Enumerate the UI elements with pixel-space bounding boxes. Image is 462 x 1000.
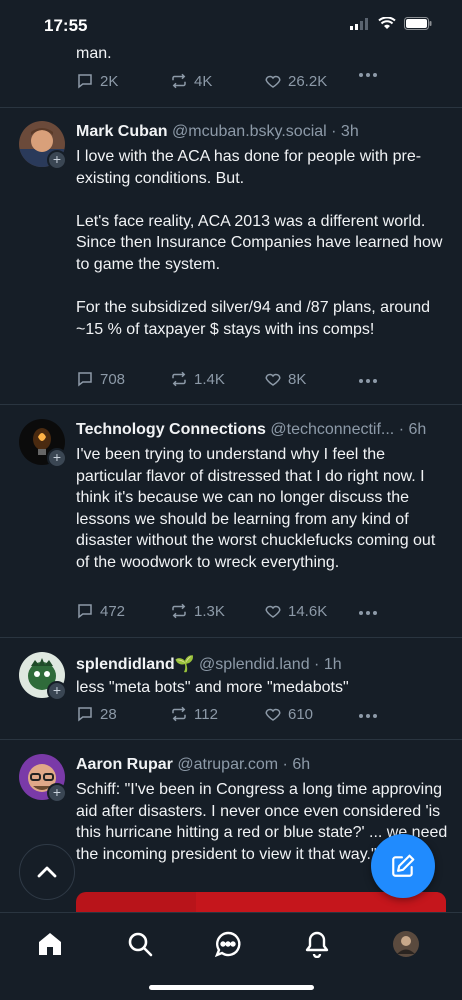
repost-button[interactable]: 112 [170,705,218,723]
like-button[interactable]: 8K [264,370,306,388]
tab-home[interactable] [35,929,65,959]
heart-icon [265,605,281,618]
post-header: Technology Connections @techconnectif...… [76,421,446,439]
battery-icon [404,17,432,30]
like-button[interactable]: 610 [264,705,313,723]
repost-button[interactable]: 1.3K [170,602,225,620]
follow-plus-icon[interactable]: + [47,681,67,701]
heart-icon [265,373,281,386]
post-time: · 6h [398,421,427,438]
post-header: Aaron Rupar @atrupar.com · 6h [76,756,446,774]
like-button[interactable]: 14.6K [264,602,327,620]
reply-button[interactable]: 28 [76,705,117,723]
scroll-to-top-button[interactable] [19,844,75,900]
follow-plus-icon[interactable]: + [47,448,67,468]
post-text: man. [76,45,112,62]
follow-plus-icon[interactable]: + [47,150,67,170]
feed: man. 2K 4K 26.2K + Mark Cuban @mcuban.bs… [0,0,462,912]
tab-notifications[interactable] [302,929,332,959]
status-bar: 17:55 [0,0,462,46]
post-text: I've been trying to understand why I fee… [76,446,436,571]
signal-icon [350,17,368,30]
follow-plus-icon[interactable]: + [47,783,67,803]
status-icons [350,17,432,30]
repost-icon [172,603,186,619]
heart-icon [265,75,281,88]
more-icon [359,73,377,77]
reply-button[interactable]: 2K [76,72,118,90]
more-icon [359,379,377,383]
post-time: · 1h [314,656,342,673]
post-header: splendidland🌱 @splendid.land · 1h [76,654,446,674]
heart-icon [265,708,281,721]
home-icon [39,933,61,955]
like-button[interactable]: 26.2K [264,72,327,90]
more-icon [359,611,377,615]
author-name[interactable]: Mark Cuban [76,123,168,140]
reply-icon [78,707,92,722]
reply-icon [78,604,92,619]
author-handle[interactable]: @splendid.land [199,656,310,673]
post-time: · 3h [331,123,359,140]
repost-icon [172,371,186,387]
more-options-button[interactable] [358,713,378,719]
tab-search[interactable] [125,929,155,959]
repost-button[interactable]: 4K [170,72,212,90]
post-actions: 28 112 610 [76,705,396,727]
repost-icon [172,73,186,89]
more-options-button[interactable] [358,378,378,384]
repost-icon [172,706,186,722]
post-text: less "meta bots" and more "medabots" [76,679,349,696]
author-handle[interactable]: @atrupar.com [177,756,278,773]
author-name[interactable]: Aaron Rupar [76,756,173,773]
compose-icon [392,854,415,877]
status-time: 17:55 [44,16,88,35]
feed-post[interactable]: + Technology Connections @techconnectif.… [0,405,462,638]
author-name[interactable]: Technology Connections [76,421,266,438]
more-icon [359,714,377,718]
tab-profile[interactable] [391,929,421,959]
author-name[interactable]: splendidland🌱 [76,656,195,673]
wifi-icon [378,17,396,29]
more-options-button[interactable] [358,72,378,78]
post-actions: 708 1.4K 8K [76,370,396,392]
profile-avatar [393,931,419,957]
reply-icon [78,372,92,387]
feed-post[interactable]: + splendidland🌱 @splendid.land · 1h less… [0,638,462,740]
reply-button[interactable]: 708 [76,370,125,388]
author-handle[interactable]: @mcuban.bsky.social [172,123,327,140]
reply-button[interactable]: 472 [76,602,125,620]
reply-icon [78,74,92,89]
post-header: Mark Cuban @mcuban.bsky.social · 3h [76,123,446,141]
bell-icon [305,931,329,958]
repost-button[interactable]: 1.4K [170,370,225,388]
post-actions: 2K 4K 26.2K [76,72,396,94]
feed-post[interactable]: + Mark Cuban @mcuban.bsky.social · 3h I … [0,108,462,405]
post-text: I love with the ACA has done for people … [76,148,443,338]
author-handle[interactable]: @techconnectif... [270,421,394,438]
more-options-button[interactable] [358,610,378,616]
chat-icon [214,931,241,958]
home-indicator [149,985,314,990]
post-actions: 472 1.3K 14.6K [76,602,396,624]
compose-button[interactable] [371,834,435,898]
post-time: · 6h [282,756,311,773]
chevron-up-icon [37,866,57,878]
search-icon [128,932,153,957]
tab-chat[interactable] [213,929,243,959]
